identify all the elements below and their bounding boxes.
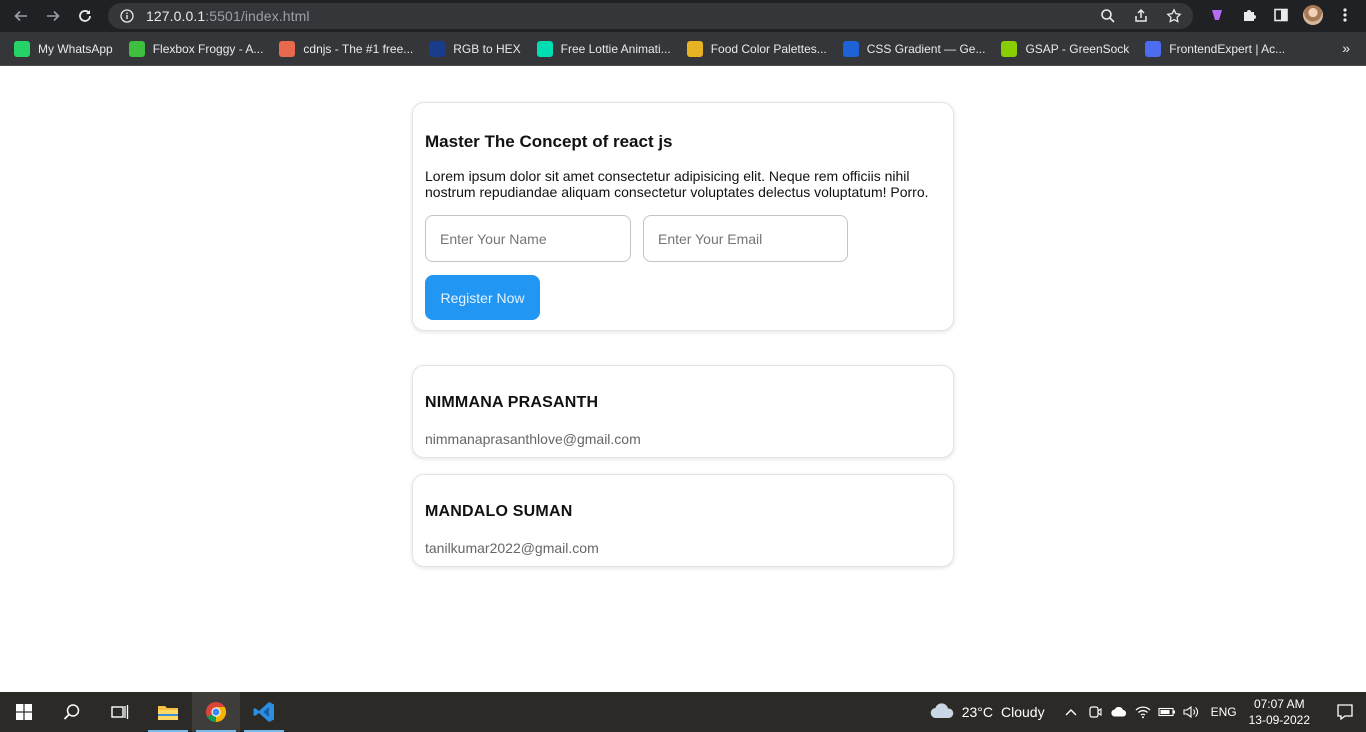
user-card: NIMMANA PRASANTH nimmanaprasanthlove@gma…	[412, 365, 954, 458]
forward-icon[interactable]	[42, 5, 64, 27]
weather-condition: Cloudy	[1001, 704, 1045, 720]
extension-gem-icon[interactable]	[1207, 5, 1227, 25]
frontendexpert-icon	[1145, 40, 1162, 57]
user-email: tanilkumar2022@gmail.com	[425, 540, 599, 556]
frog-icon	[128, 40, 145, 57]
user-card: MANDALO SUMAN tanilkumar2022@gmail.com	[412, 474, 954, 567]
browser-toolbar: 127.0.0.1:5501/index.html	[0, 0, 1366, 32]
windows-start-icon[interactable]	[0, 692, 48, 732]
windows-taskbar: 23°C Cloudy ENG 07:07 AM 13-09-2022	[0, 692, 1366, 732]
bookmark-label: Flexbox Froggy - A...	[152, 41, 264, 56]
url-path: :5501/index.html	[205, 8, 310, 24]
card-title: Master The Concept of react js	[425, 132, 673, 151]
register-button[interactable]: Register Now	[425, 275, 540, 320]
bookmark-item[interactable]: RGB to HEX	[429, 37, 521, 61]
back-icon[interactable]	[10, 5, 32, 27]
gradient-icon	[842, 40, 859, 57]
zoom-icon[interactable]	[1099, 7, 1117, 25]
task-view-icon[interactable]	[96, 692, 144, 732]
gsap-icon	[1001, 40, 1018, 57]
meet-now-icon[interactable]	[1083, 705, 1107, 719]
rgb-hex-icon	[429, 40, 446, 57]
bookmark-label: Food Color Palettes...	[710, 41, 827, 56]
clock-date: 13-09-2022	[1248, 713, 1310, 727]
bookmark-label: cdnjs - The #1 free...	[303, 41, 414, 56]
reload-icon[interactable]	[74, 5, 96, 27]
user-email: nimmanaprasanthlove@gmail.com	[425, 431, 641, 447]
vscode-icon[interactable]	[240, 692, 288, 732]
notification-center-icon[interactable]	[1324, 692, 1366, 732]
palette-icon	[686, 40, 703, 57]
bookmark-label: FrontendExpert | Ac...	[1169, 41, 1286, 56]
bookmark-label: Free Lottie Animati...	[560, 41, 671, 56]
wifi-icon[interactable]	[1131, 705, 1155, 719]
onedrive-cloud-icon[interactable]	[1107, 707, 1131, 717]
bookmark-item[interactable]: My WhatsApp	[14, 37, 113, 61]
name-input[interactable]	[425, 215, 631, 262]
clock-time: 07:07 AM	[1253, 697, 1305, 711]
temperature: 23°C	[961, 704, 993, 720]
profile-avatar[interactable]	[1303, 5, 1323, 25]
bookmark-label: My WhatsApp	[38, 41, 113, 56]
cloud-icon	[930, 702, 954, 722]
bookmarks-overflow-icon[interactable]: »	[1342, 40, 1350, 56]
address-bar[interactable]: 127.0.0.1:5501/index.html	[108, 3, 1193, 29]
menu-kebab-icon[interactable]	[1335, 5, 1355, 25]
url-text: 127.0.0.1:5501/index.html	[146, 8, 310, 24]
bookmark-label: GSAP - GreenSock	[1025, 41, 1130, 56]
card-description: Lorem ipsum dolor sit amet consectetur a…	[425, 168, 929, 200]
bookmark-item[interactable]: cdnjs - The #1 free...	[279, 37, 413, 61]
email-input[interactable]	[643, 215, 848, 262]
file-explorer-icon[interactable]	[144, 692, 192, 732]
bookmark-item[interactable]: Flexbox Froggy - A...	[128, 37, 264, 61]
weather-widget[interactable]: 23°C Cloudy	[930, 702, 1045, 722]
bookmarks-bar: My WhatsApp Flexbox Froggy - A... cdnjs - …	[0, 32, 1366, 66]
search-icon[interactable]	[48, 692, 96, 732]
extensions-puzzle-icon[interactable]	[1239, 5, 1259, 25]
side-panel-icon[interactable]	[1271, 5, 1291, 25]
system-clock[interactable]: 07:07 AM 13-09-2022	[1249, 696, 1310, 728]
bookmark-item[interactable]: Food Color Palettes...	[686, 37, 827, 61]
battery-icon[interactable]	[1155, 707, 1179, 717]
user-name: NIMMANA PRASANTH	[425, 394, 599, 411]
input-language[interactable]: ENG	[1211, 705, 1237, 719]
user-name: MANDALO SUMAN	[425, 503, 573, 520]
code-brackets-icon	[279, 40, 296, 57]
bookmark-star-icon[interactable]	[1165, 7, 1183, 25]
lottie-icon	[536, 40, 553, 57]
chrome-icon[interactable]	[192, 692, 240, 732]
chevron-up-icon[interactable]	[1059, 708, 1083, 716]
register-card: Master The Concept of react js Lorem ips…	[412, 102, 954, 331]
bookmark-label: RGB to HEX	[453, 41, 521, 56]
bookmark-item[interactable]: CSS Gradient — Ge...	[842, 37, 986, 61]
bookmark-item[interactable]: FrontendExpert | Ac...	[1145, 37, 1285, 61]
bookmark-item[interactable]: GSAP - GreenSock	[1001, 37, 1129, 61]
bookmark-label: CSS Gradient — Ge...	[866, 41, 986, 56]
url-host: 127.0.0.1	[146, 8, 206, 24]
site-info-icon[interactable]	[119, 8, 135, 24]
bookmark-item[interactable]: Free Lottie Animati...	[536, 37, 671, 61]
whatsapp-icon	[14, 40, 30, 57]
share-icon[interactable]	[1132, 7, 1150, 25]
volume-icon[interactable]	[1179, 705, 1203, 719]
